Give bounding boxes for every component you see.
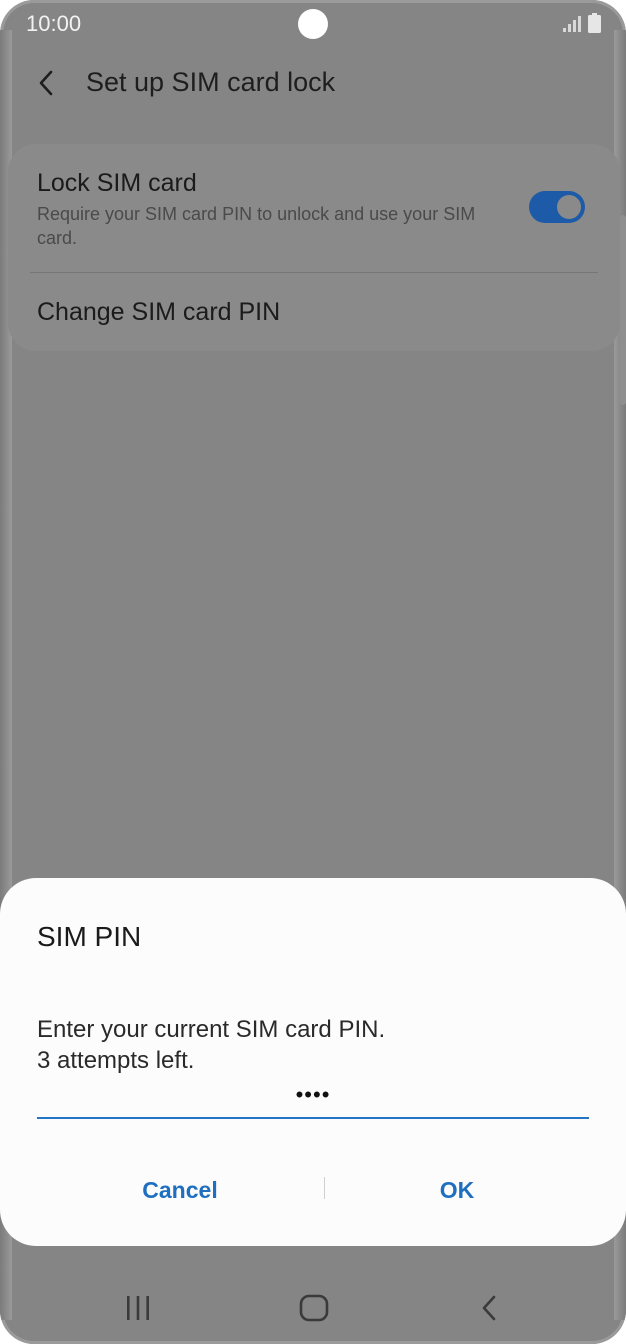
- dialog-message-line-2: 3 attempts left.: [37, 1047, 195, 1074]
- dialog-title: SIM PIN: [37, 921, 142, 952]
- page-title: Set up SIM card lock: [86, 67, 336, 97]
- status-time: 10:00: [26, 11, 82, 36]
- lock-sim-card-title: Lock SIM card: [37, 169, 197, 197]
- lock-sim-card-description: Require your SIM card PIN to unlock and …: [37, 204, 476, 248]
- pin-input[interactable]: ••••: [37, 1077, 589, 1119]
- change-sim-pin-row[interactable]: Change SIM card PIN: [8, 273, 620, 351]
- cancel-button[interactable]: Cancel: [60, 1168, 300, 1212]
- side-button: [620, 215, 626, 405]
- button-divider: [324, 1177, 325, 1199]
- front-camera: [298, 9, 328, 39]
- back-icon[interactable]: [478, 1294, 500, 1322]
- ok-button[interactable]: OK: [337, 1168, 577, 1212]
- app-header: Set up SIM card lock: [0, 50, 626, 116]
- lock-sim-card-row[interactable]: Lock SIM card Require your SIM card PIN …: [8, 144, 620, 272]
- home-icon[interactable]: [299, 1294, 329, 1322]
- screen: 10:00 Set up SIM card lock Lock SIM card…: [0, 0, 626, 1344]
- dialog-message: Enter your current SIM card PIN. 3 attem…: [37, 1014, 385, 1076]
- navigation-bar: [0, 1270, 626, 1344]
- chevron-left-icon[interactable]: [34, 68, 60, 98]
- status-bar: 10:00: [0, 0, 626, 50]
- recents-icon[interactable]: [124, 1296, 152, 1320]
- settings-card: Lock SIM card Require your SIM card PIN …: [8, 144, 620, 351]
- dialog-message-line-1: Enter your current SIM card PIN.: [37, 1016, 386, 1043]
- toggle-knob: [555, 193, 583, 221]
- phone-display: 10:00 Set up SIM card lock Lock SIM card…: [0, 0, 626, 1344]
- change-sim-pin-title: Change SIM card PIN: [37, 298, 281, 326]
- battery-icon: [588, 13, 601, 33]
- signal-icon: [563, 16, 581, 32]
- lock-sim-card-toggle[interactable]: [529, 191, 585, 223]
- sim-pin-dialog: SIM PIN Enter your current SIM card PIN.…: [0, 878, 626, 1246]
